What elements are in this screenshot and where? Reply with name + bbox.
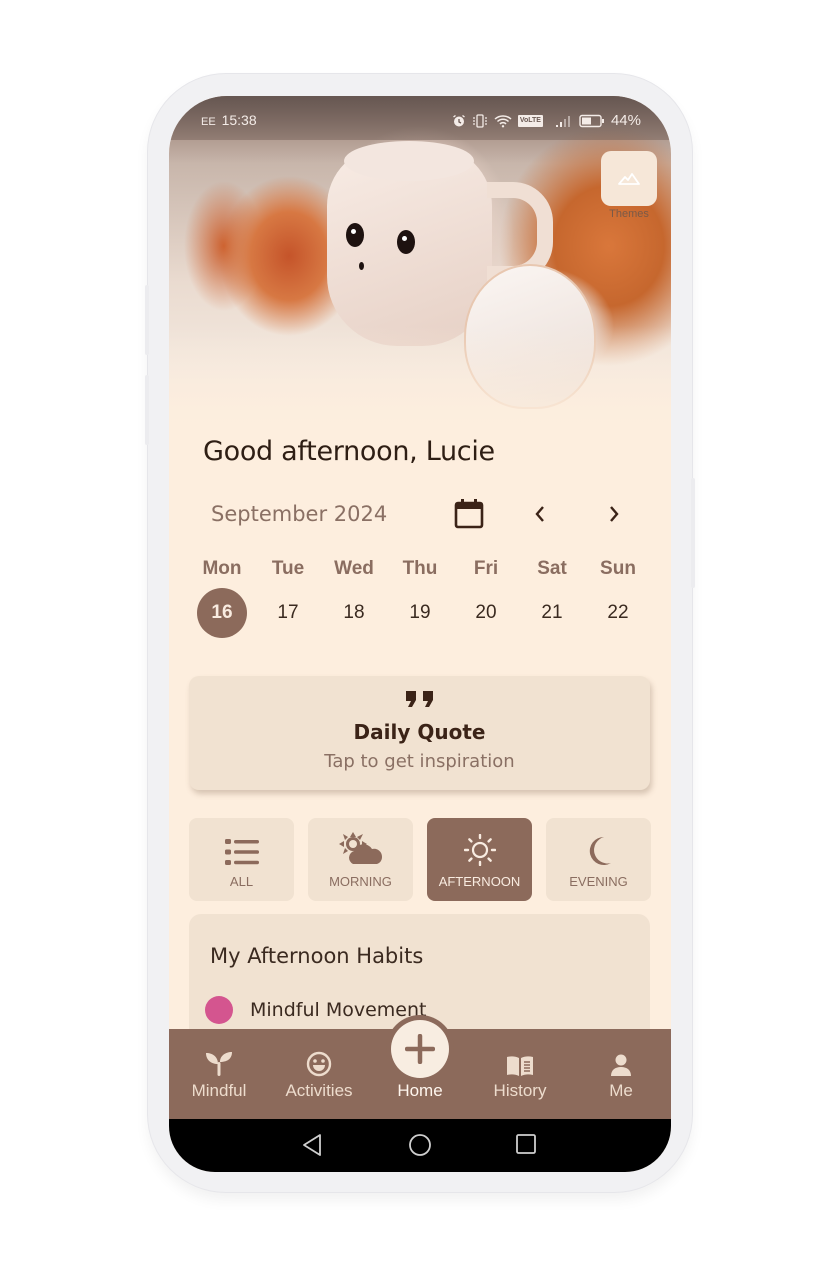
sun-icon xyxy=(463,834,496,866)
hero-image xyxy=(169,96,671,436)
filter-morning[interactable]: MORNING xyxy=(308,818,413,901)
weekday-label: Wed xyxy=(334,558,374,579)
home-system-button[interactable] xyxy=(408,1133,432,1161)
quote-title: Daily Quote xyxy=(353,720,486,744)
habits-title: My Afternoon Habits xyxy=(210,944,424,968)
nav-label: History xyxy=(493,1081,547,1100)
recents-square-icon xyxy=(516,1134,536,1154)
nav-mindful[interactable]: Mindful xyxy=(169,1029,269,1119)
mountain-icon xyxy=(618,172,640,185)
habit-name: Mindful Movement xyxy=(250,999,427,1021)
filter-afternoon[interactable]: AFTERNOON xyxy=(427,818,532,901)
date-cell[interactable]: 19 xyxy=(387,588,453,638)
power-button xyxy=(691,478,695,588)
signal-icon xyxy=(555,115,570,127)
side-button xyxy=(145,285,149,355)
list-icon xyxy=(224,839,259,865)
chevron-left-icon xyxy=(535,506,544,522)
weekday-label: Sat xyxy=(537,558,567,579)
battery-icon xyxy=(579,114,604,127)
sprout-icon xyxy=(206,1052,232,1076)
smiley-icon xyxy=(306,1051,332,1077)
habit-color-dot xyxy=(205,996,233,1024)
weekday-header: Mon Tue Wed Thu Fri Sat Sun xyxy=(189,558,651,580)
weekday-label: Tue xyxy=(271,558,305,579)
system-navigation-bar xyxy=(169,1119,671,1172)
chevron-right-icon xyxy=(610,506,619,522)
calendar-button[interactable] xyxy=(453,498,485,534)
weekday-label: Sun xyxy=(600,558,636,579)
carrier-label: EE xyxy=(201,116,216,128)
battery-percent: 44% xyxy=(610,112,641,129)
filter-label: AFTERNOON xyxy=(438,874,521,889)
book-icon xyxy=(507,1056,533,1076)
themes-button[interactable] xyxy=(601,151,657,206)
prev-week-button[interactable] xyxy=(527,502,553,526)
nav-home[interactable]: Home xyxy=(370,1029,470,1119)
week-dates: 16 17 18 19 20 21 22 xyxy=(189,588,651,638)
filter-all[interactable]: ALL xyxy=(189,818,294,901)
bottom-navigation: Mindful Activities Home History Me xyxy=(169,1015,671,1119)
side-button xyxy=(145,375,149,445)
weekday-label: Thu xyxy=(402,558,438,579)
nav-me[interactable]: Me xyxy=(571,1029,671,1119)
weekday-label: Mon xyxy=(202,558,242,579)
home-circle-icon xyxy=(409,1134,431,1156)
back-triangle-icon xyxy=(303,1134,321,1156)
filter-label: ALL xyxy=(229,874,254,889)
time-of-day-filters: ALL MORNING AFTERNOON EVENING xyxy=(189,818,651,901)
date-cell[interactable]: 17 xyxy=(255,588,321,638)
clock: 15:38 xyxy=(221,112,257,128)
greeting-title: Good afternoon, Lucie xyxy=(203,436,495,467)
nav-history[interactable]: History xyxy=(470,1029,570,1119)
nav-label: Mindful xyxy=(191,1081,247,1100)
vibrate-icon xyxy=(473,113,487,128)
filter-label: MORNING xyxy=(329,874,392,889)
nav-label: Home xyxy=(397,1081,443,1100)
date-cell[interactable]: 18 xyxy=(321,588,387,638)
volte-icon: VoLTE xyxy=(517,114,543,127)
status-icons: VoLTE 44% xyxy=(452,112,641,129)
daily-quote-card[interactable]: Daily Quote Tap to get inspiration xyxy=(189,676,650,790)
quote-icon xyxy=(189,680,650,714)
sun-cloud-icon xyxy=(338,832,382,864)
recents-button[interactable] xyxy=(515,1133,537,1159)
themes-label: Themes xyxy=(609,208,649,220)
weekday-label: Fri xyxy=(473,558,499,579)
alarm-icon xyxy=(452,114,465,126)
next-week-button[interactable] xyxy=(601,502,627,526)
app-screen: EE 15:38 VoLTE 44% Themes Good afternoon… xyxy=(169,96,671,1172)
habit-item[interactable]: Mindful Movement xyxy=(205,996,426,1024)
nav-activities[interactable]: Activities xyxy=(269,1029,369,1119)
status-time: EE 15:38 xyxy=(201,112,257,128)
back-button[interactable] xyxy=(301,1133,323,1161)
person-icon xyxy=(611,1054,631,1076)
date-cell[interactable]: 22 xyxy=(585,588,651,638)
date-cell[interactable]: 20 xyxy=(453,588,519,638)
filter-evening[interactable]: EVENING xyxy=(546,818,651,901)
filter-label: EVENING xyxy=(569,874,628,889)
month-label: September 2024 xyxy=(211,502,388,526)
moon-icon xyxy=(589,836,611,865)
quote-subtitle: Tap to get inspiration xyxy=(324,751,515,772)
date-cell-selected[interactable]: 16 xyxy=(189,588,255,638)
wifi-icon xyxy=(494,114,512,127)
calendar-icon xyxy=(454,499,484,529)
nav-label: Activities xyxy=(285,1081,353,1100)
date-cell[interactable]: 21 xyxy=(519,588,585,638)
nav-label: Me xyxy=(609,1081,633,1100)
